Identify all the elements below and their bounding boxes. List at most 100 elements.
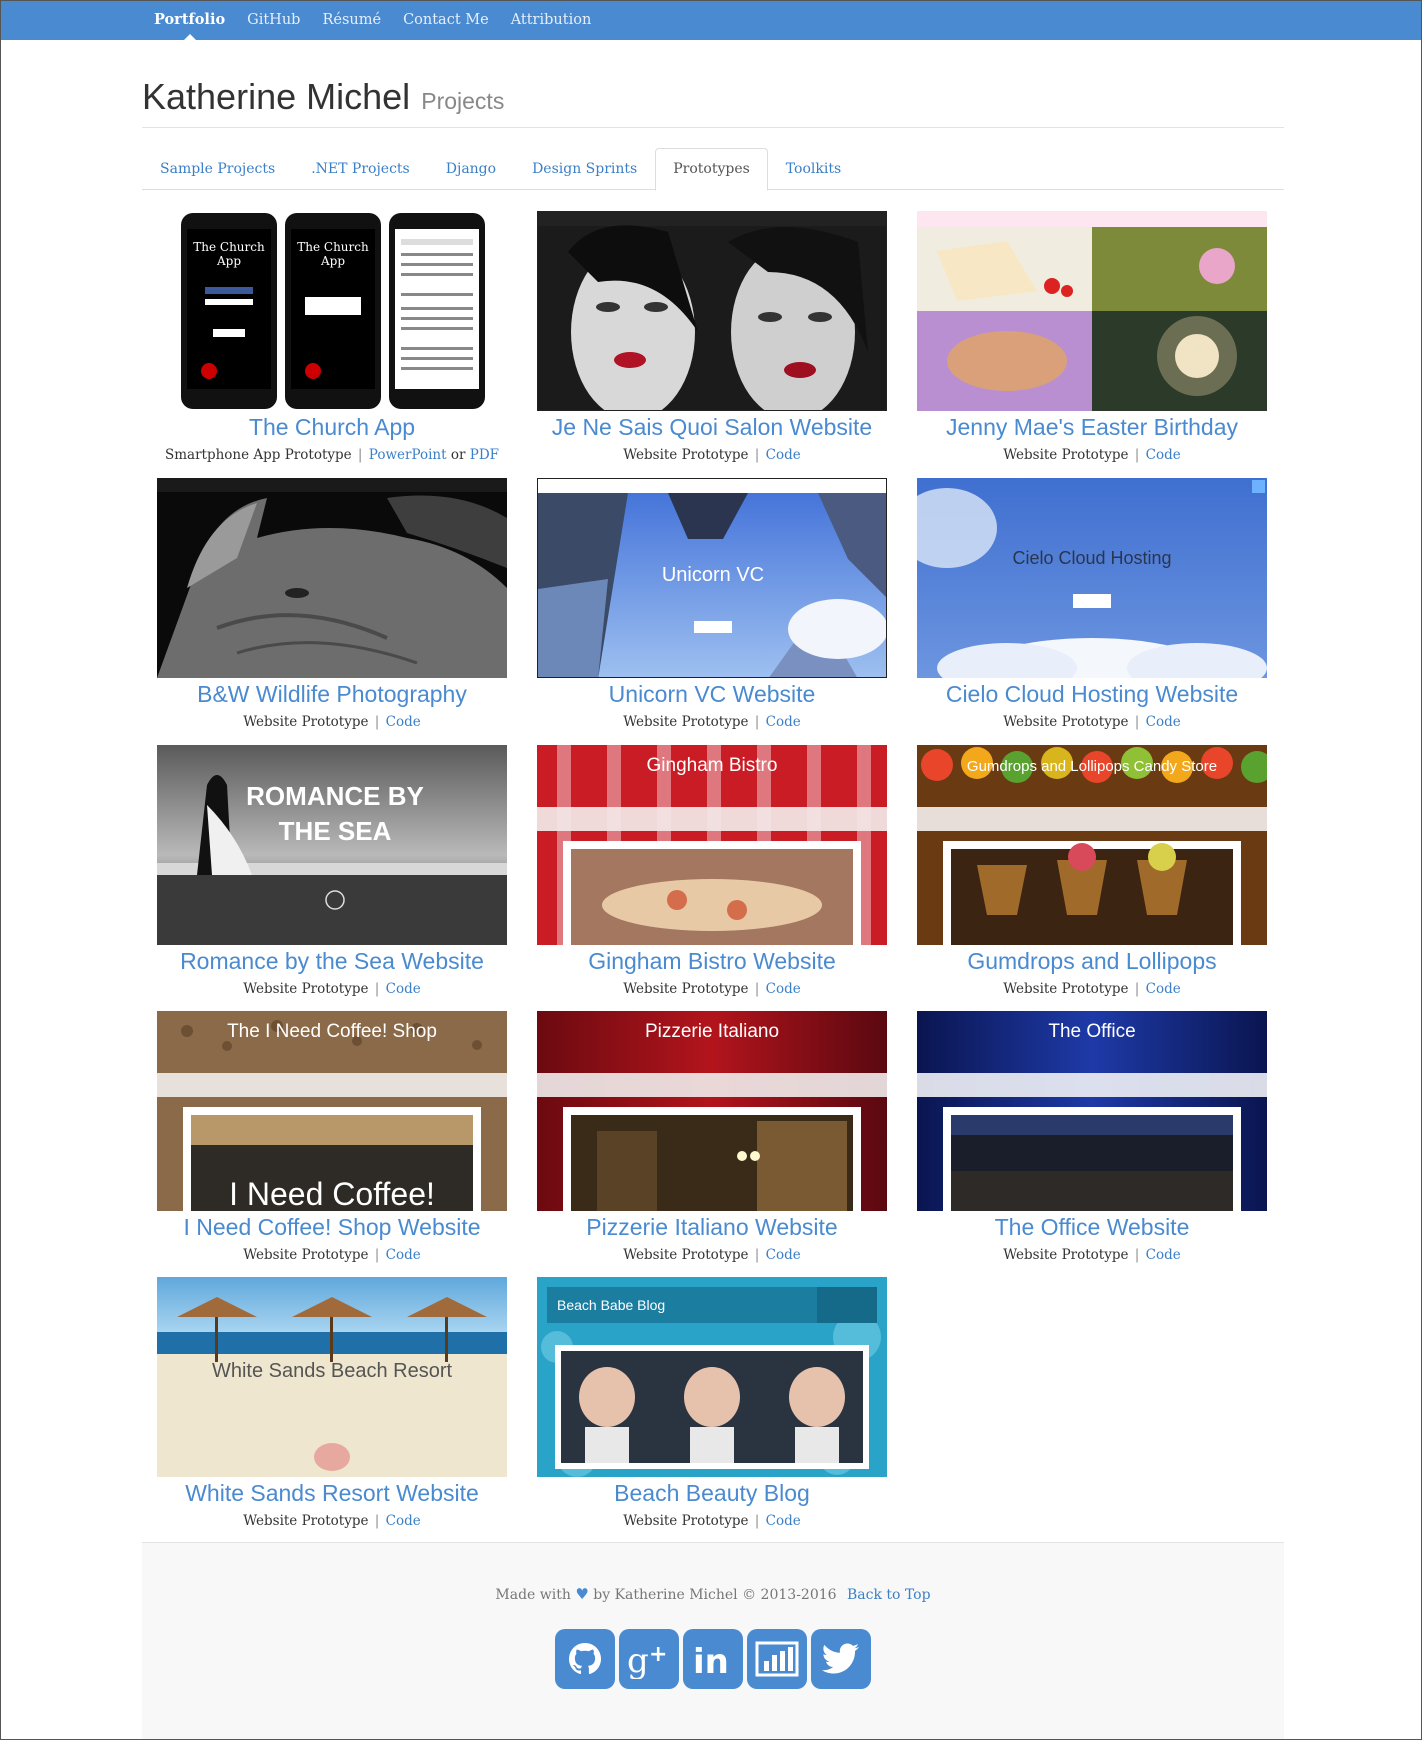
separator: |	[754, 1513, 760, 1529]
top-navbar: Portfolio GitHub Résumé Contact Me Attri…	[1, 1, 1421, 40]
project-description: Website Prototype | Code	[537, 1247, 887, 1263]
nav-github[interactable]: GitHub	[236, 1, 311, 40]
project-type: Website Prototype	[243, 1513, 369, 1529]
project-thumbnail[interactable]: Pizzerie Italiano	[537, 1011, 887, 1211]
project-thumbnail[interactable]: The Church App The Church App	[157, 211, 507, 411]
nav-attribution[interactable]: Attribution	[500, 1, 603, 40]
project-title[interactable]: Gingham Bistro Website	[537, 947, 887, 975]
separator: |	[357, 447, 363, 463]
project-card: Cielo Cloud Hosting Cielo Cloud Hosting …	[917, 478, 1267, 730]
rhino-image	[157, 478, 507, 678]
project-title[interactable]: Unicorn VC Website	[537, 680, 887, 708]
separator: |	[754, 1247, 760, 1263]
project-title[interactable]: Je Ne Sais Quoi Salon Website	[537, 413, 887, 441]
project-title[interactable]: The Office Website	[917, 1213, 1267, 1241]
project-description: Website Prototype | Code	[537, 447, 887, 463]
svg-text:App: App	[216, 254, 241, 268]
tab-design-sprints[interactable]: Design Sprints	[514, 148, 655, 190]
tab-prototypes[interactable]: Prototypes	[655, 148, 768, 191]
nav-portfolio[interactable]: Portfolio	[143, 1, 236, 40]
page-footer: Made with ♥ by Katherine Michel © 2013-2…	[142, 1542, 1284, 1739]
project-card: The Office The Office Website Website Pr…	[917, 1011, 1267, 1263]
code-link[interactable]: Code	[766, 714, 801, 730]
project-description: Website Prototype | Code	[917, 981, 1267, 997]
project-thumbnail[interactable]: Gumdrops and Lollipops Candy Store	[917, 745, 1267, 945]
project-title[interactable]: White Sands Resort Website	[157, 1479, 507, 1507]
github-icon[interactable]	[555, 1629, 615, 1689]
code-link[interactable]: Code	[766, 981, 801, 997]
page-title: Katherine Michel	[142, 76, 411, 117]
svg-text:Beach Babe Blog: Beach Babe Blog	[557, 1297, 665, 1313]
svg-text:The Office: The Office	[1048, 1021, 1135, 1042]
code-link[interactable]: Code	[1146, 1247, 1181, 1263]
project-thumbnail[interactable]: White Sands Beach Resort	[157, 1277, 507, 1477]
project-title[interactable]: Jenny Mae's Easter Birthday	[917, 413, 1267, 441]
project-card: Gingham Bistro Gingham Bistro Website We…	[537, 745, 887, 997]
svg-text:+: +	[649, 1642, 667, 1667]
code-link[interactable]: Code	[386, 1513, 421, 1529]
code-link[interactable]: Code	[766, 1513, 801, 1529]
tab-django[interactable]: Django	[428, 148, 514, 190]
code-link[interactable]: Code	[386, 714, 421, 730]
project-description: Website Prototype | Code	[537, 1513, 887, 1529]
nav-contact[interactable]: Contact Me	[392, 1, 500, 40]
tab-toolkits[interactable]: Toolkits	[768, 148, 859, 190]
code-link[interactable]: Code	[766, 1247, 801, 1263]
project-thumbnail[interactable]: Gingham Bistro	[537, 745, 887, 945]
svg-text:Cielo Cloud Hosting: Cielo Cloud Hosting	[1012, 548, 1171, 568]
project-type: Website Prototype	[623, 1247, 749, 1263]
svg-text:The Church: The Church	[297, 240, 369, 254]
linkedin-icon[interactable]: in	[683, 1629, 743, 1689]
project-title[interactable]: B&W Wildlife Photography	[157, 680, 507, 708]
separator: |	[374, 714, 380, 730]
beach-umbrellas-image: White Sands Beach Resort	[157, 1277, 507, 1477]
project-type: Website Prototype	[1003, 1247, 1129, 1263]
project-title[interactable]: Beach Beauty Blog	[537, 1479, 887, 1507]
project-description: Website Prototype | Code	[157, 981, 507, 997]
project-thumbnail[interactable]	[157, 478, 507, 678]
project-thumbnail[interactable]: Unicorn VC	[537, 478, 887, 678]
code-link[interactable]: Code	[1146, 981, 1181, 997]
project-thumbnail[interactable]	[537, 211, 887, 411]
project-title[interactable]: Cielo Cloud Hosting Website	[917, 680, 1267, 708]
tab-sample-projects[interactable]: Sample Projects	[142, 148, 293, 190]
twitter-icon[interactable]	[811, 1629, 871, 1689]
project-type: Website Prototype	[623, 981, 749, 997]
project-title[interactable]: Pizzerie Italiano Website	[537, 1213, 887, 1241]
project-card: Gumdrops and Lollipops Candy Store Gumdr…	[917, 745, 1267, 997]
pdf-link[interactable]: PDF	[470, 447, 499, 463]
svg-text:App: App	[320, 254, 345, 268]
code-link[interactable]: Code	[766, 447, 801, 463]
project-title[interactable]: Gumdrops and Lollipops	[917, 947, 1267, 975]
nav-resume[interactable]: Résumé	[311, 1, 392, 40]
code-link[interactable]: Code	[386, 981, 421, 997]
stats-icon[interactable]	[747, 1629, 807, 1689]
project-title[interactable]: The Church App	[157, 413, 507, 441]
project-thumbnail[interactable]: The Office	[917, 1011, 1267, 1211]
skyscrapers-image: Unicorn VC	[538, 479, 886, 677]
project-thumbnail[interactable]	[917, 211, 1267, 411]
code-link[interactable]: Code	[386, 1247, 421, 1263]
project-card: Unicorn VC Unicorn VC Website Website Pr…	[537, 478, 887, 730]
separator: |	[754, 714, 760, 730]
heart-icon: ♥	[575, 1585, 589, 1603]
social-links: g + in	[142, 1629, 1284, 1689]
project-title[interactable]: Romance by the Sea Website	[157, 947, 507, 975]
back-to-top-link[interactable]: Back to Top	[847, 1587, 931, 1603]
code-link[interactable]: Code	[1146, 447, 1181, 463]
project-thumbnail[interactable]: ROMANCE BY THE SEA	[157, 745, 507, 945]
google-plus-icon[interactable]: g +	[619, 1629, 679, 1689]
project-type: Website Prototype	[623, 714, 749, 730]
project-type: Website Prototype	[1003, 981, 1129, 997]
svg-text:in: in	[693, 1642, 729, 1679]
tab-net-projects[interactable]: .NET Projects	[293, 148, 428, 190]
powerpoint-link[interactable]: PowerPoint	[369, 447, 447, 463]
code-link[interactable]: Code	[1146, 714, 1181, 730]
project-thumbnail[interactable]: Beach Babe Blog	[537, 1277, 887, 1477]
project-thumbnail[interactable]: Cielo Cloud Hosting	[917, 478, 1267, 678]
project-thumbnail[interactable]: The I Need Coffee! Shop I Need Coffee!	[157, 1011, 507, 1211]
project-title[interactable]: I Need Coffee! Shop Website	[157, 1213, 507, 1241]
candy-store-image: Gumdrops and Lollipops Candy Store	[917, 745, 1267, 945]
project-type: Website Prototype	[1003, 714, 1129, 730]
made-with-text: Made with	[495, 1587, 571, 1603]
